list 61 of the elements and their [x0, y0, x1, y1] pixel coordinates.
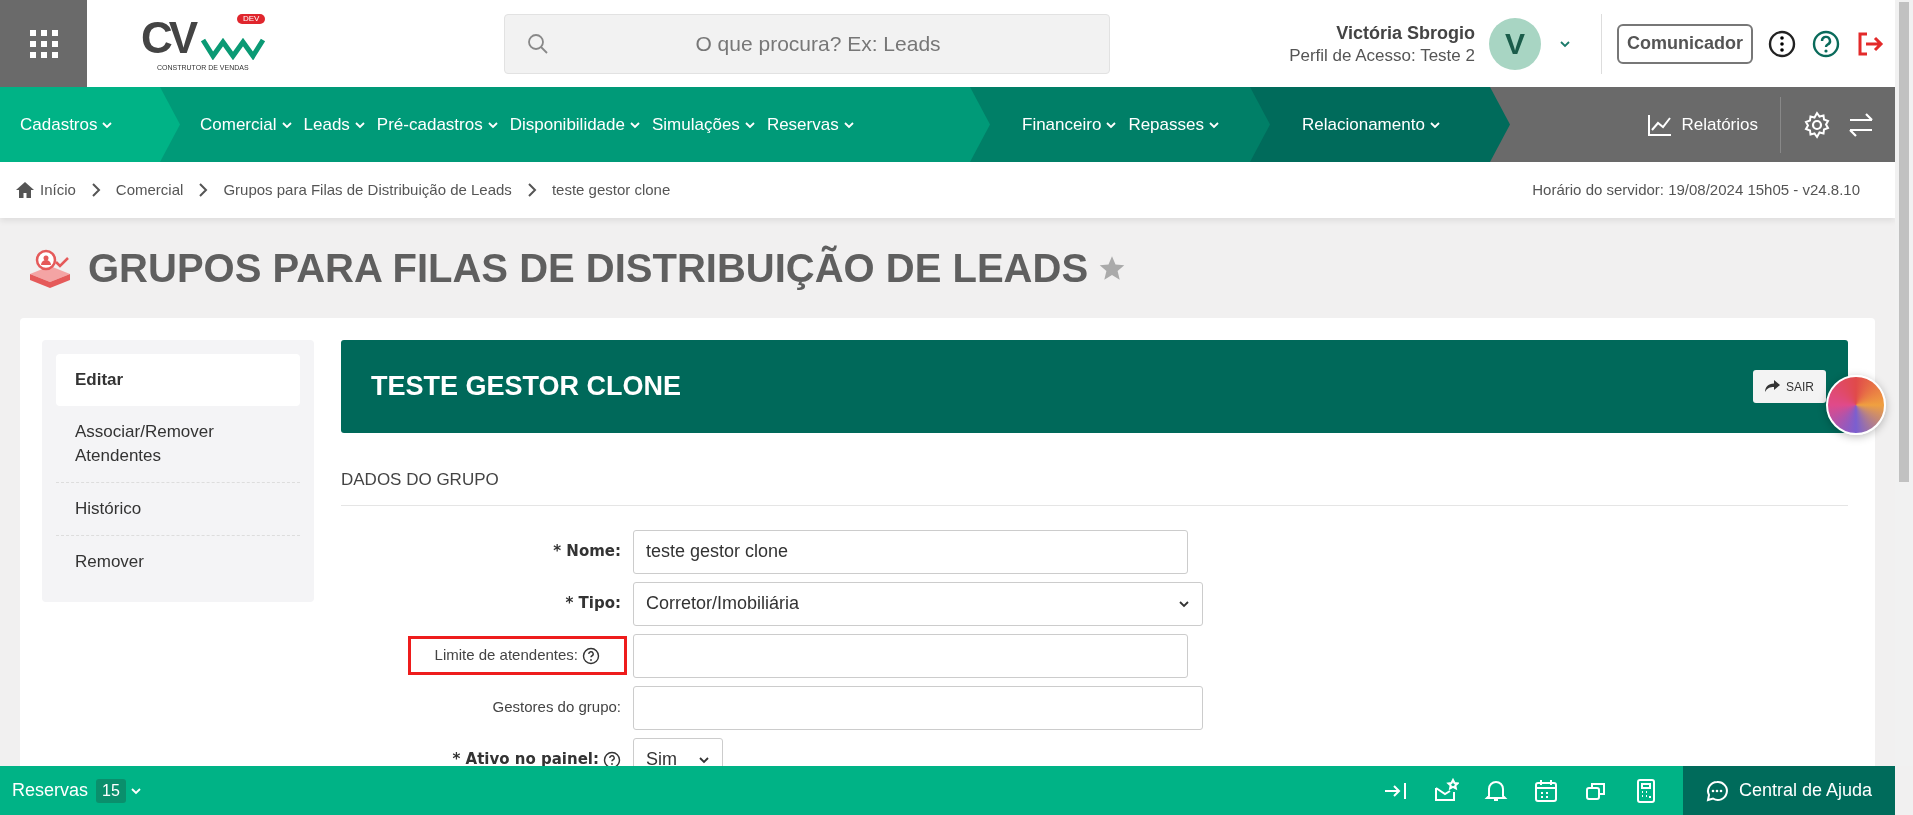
user-profile: Perfil de Acesso: Teste 2: [1289, 44, 1475, 67]
nav-menu-item[interactable]: Pré-cadastros: [376, 111, 499, 138]
help-icon[interactable]: [603, 750, 621, 766]
chevron-right-icon: [89, 183, 102, 197]
field-label: * Nome:: [553, 541, 621, 563]
server-time: Horário do servidor: 19/08/2024 15h05 - v24.8.10: [1532, 179, 1860, 200]
breadcrumb-link[interactable]: Início: [40, 178, 76, 202]
nav-menu-item[interactable]: Reservas: [766, 111, 855, 138]
home-icon: [15, 181, 35, 199]
chevron-right-icon: [197, 183, 210, 197]
reports-link[interactable]: Relatórios: [1647, 111, 1758, 138]
nav-menu-item[interactable]: Repasses: [1128, 111, 1220, 138]
swap-icon[interactable]: [1847, 110, 1875, 139]
wave-icon: [201, 35, 267, 60]
sidebar-item[interactable]: Associar/Remover Atendentes: [56, 406, 300, 482]
field-label: Gestores do grupo:: [492, 697, 621, 718]
nav-menu-item[interactable]: Simulações: [652, 111, 756, 138]
breadcrumb-link[interactable]: Grupos para Filas de Distribuição de Leads: [223, 178, 512, 202]
count-badge: 15: [96, 778, 126, 803]
help-icon[interactable]: [582, 646, 600, 665]
logo-text: CV: [141, 15, 195, 60]
apps-menu-button[interactable]: [0, 0, 87, 87]
sidebar-item[interactable]: Editar: [56, 354, 300, 406]
mail-star-icon[interactable]: [1433, 777, 1459, 804]
nav-menu-item[interactable]: Comercial: [200, 111, 293, 138]
section-title: DADOS DO GRUPO: [341, 467, 1848, 506]
user-name: Victória Sbrogio: [1336, 21, 1475, 45]
select-field[interactable]: Sim: [633, 737, 723, 766]
info-icon[interactable]: [1767, 28, 1797, 59]
page-title: GRUPOS PARA FILAS DE DISTRIBUIÇÃO DE LEADS: [88, 244, 1089, 292]
nav-menu-item[interactable]: Leads: [303, 111, 366, 138]
chevron-right-icon: [525, 183, 538, 197]
exit-button[interactable]: SAIR: [1753, 370, 1826, 403]
help-icon[interactable]: [1811, 28, 1841, 59]
search-field[interactable]: O que procura? Ex: Leads: [504, 13, 1110, 74]
sidebar-item[interactable]: Histórico: [56, 482, 300, 535]
communicator-button[interactable]: Comunicador: [1617, 23, 1753, 64]
field-label: Limite de atendentes:: [434, 645, 578, 666]
nav-menu-item[interactable]: Financeiro: [1022, 111, 1118, 138]
input-field[interactable]: teste gestor clone: [633, 529, 1188, 574]
nav-menu-item[interactable]: Relacionamento: [1302, 111, 1441, 138]
user-avatar[interactable]: V: [1489, 17, 1541, 70]
select-field[interactable]: Corretor/Imobiliária: [633, 581, 1203, 626]
calendar-icon[interactable]: [1533, 777, 1559, 804]
nav-menu-item[interactable]: Disponibilidade: [509, 111, 641, 138]
input-field[interactable]: [633, 633, 1188, 678]
record-title: TESTE GESTOR CLONE: [371, 370, 682, 404]
chart-icon: [1647, 112, 1674, 137]
logo-badge: DEV: [237, 13, 266, 24]
settings-icon[interactable]: [1803, 110, 1831, 139]
share-icon: [1765, 380, 1780, 393]
chevron-down-icon: [698, 754, 710, 766]
breadcrumb-link[interactable]: Comercial: [115, 178, 184, 202]
chat-icon: [1705, 778, 1729, 803]
input-field[interactable]: [633, 685, 1203, 730]
star-icon[interactable]: [1098, 254, 1127, 282]
sidebar-item[interactable]: Remover: [56, 535, 300, 588]
field-label: * Tipo:: [565, 593, 621, 615]
help-center-button[interactable]: Central de Ajuda: [1683, 766, 1895, 815]
search-icon: [526, 31, 550, 56]
breadcrumb-link[interactable]: teste gestor clone: [551, 178, 671, 202]
